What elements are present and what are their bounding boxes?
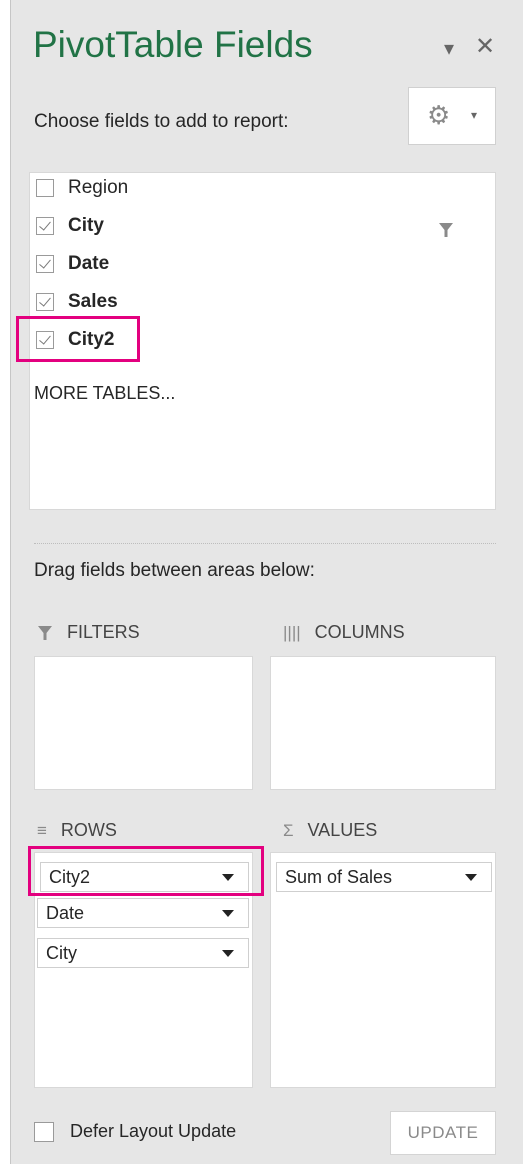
close-icon[interactable]: ✕ [475, 32, 495, 61]
field-chip-label: Sum of Sales [285, 866, 393, 887]
field-checkbox[interactable] [36, 179, 54, 197]
field-label: Date [68, 253, 110, 274]
field-checkbox[interactable] [36, 293, 54, 311]
defer-layout-update[interactable]: Defer Layout Update [34, 1121, 236, 1142]
chevron-down-icon[interactable] [222, 950, 234, 957]
section-divider [34, 543, 496, 544]
field-item-city[interactable]: City [36, 211, 104, 241]
choose-fields-label: Choose fields to add to report: [34, 111, 289, 132]
field-chip-label: City [46, 942, 77, 963]
sigma-icon: Σ [283, 820, 294, 840]
pane-left-border [0, 0, 11, 1164]
field-label: City [68, 215, 104, 236]
field-label: Region [68, 177, 129, 198]
defer-label: Defer Layout Update [70, 1121, 237, 1141]
columns-area-title: |||| COLUMNS [283, 622, 405, 643]
values-field-sum-of-sales[interactable]: Sum of Sales [276, 862, 492, 892]
filters-drop-area[interactable] [34, 656, 253, 790]
columns-drop-area[interactable] [270, 656, 496, 790]
filters-area-title: FILTERS [37, 622, 140, 643]
field-item-region[interactable]: Region [36, 173, 128, 203]
values-label: VALUES [307, 820, 378, 840]
rows-area-title: ≡ ROWS [37, 820, 117, 841]
more-tables-link[interactable]: MORE TABLES... [34, 383, 175, 404]
columns-label: COLUMNS [314, 622, 405, 642]
gear-icon: ⚙ [427, 100, 451, 130]
rows-field-date[interactable]: Date [37, 898, 249, 928]
field-checkbox[interactable] [36, 217, 54, 235]
chevron-down-icon: ▾ [471, 108, 478, 122]
chevron-down-icon[interactable] [222, 910, 234, 917]
highlight-city2-row [28, 846, 264, 896]
rows-label: ROWS [60, 820, 117, 840]
task-pane-options-icon[interactable]: ▾ [444, 36, 454, 61]
pane-title: PivotTable Fields [33, 24, 313, 65]
filter-icon [38, 625, 52, 640]
rows-field-city[interactable]: City [37, 938, 249, 968]
update-button[interactable]: UPDATE [390, 1111, 496, 1155]
field-chip-label: Date [46, 902, 85, 923]
pivottable-fields-pane: PivotTable Fields ▾ ✕ Choose fields to a… [0, 0, 523, 1164]
field-item-sales[interactable]: Sales [36, 287, 118, 317]
chevron-down-icon[interactable] [465, 874, 477, 881]
tools-button[interactable]: ⚙ ▾ [408, 87, 496, 145]
filters-label: FILTERS [67, 622, 140, 642]
rows-icon: ≡ [37, 820, 47, 840]
values-area-title: Σ VALUES [283, 820, 377, 841]
field-item-date[interactable]: Date [36, 249, 109, 279]
filter-funnel-icon[interactable] [438, 222, 454, 238]
columns-icon: |||| [283, 622, 301, 642]
field-label: Sales [68, 291, 118, 312]
highlight-city2-field [16, 316, 140, 362]
defer-checkbox[interactable] [34, 1121, 54, 1142]
field-checkbox[interactable] [36, 255, 54, 273]
drag-fields-label: Drag fields between areas below: [34, 560, 315, 581]
